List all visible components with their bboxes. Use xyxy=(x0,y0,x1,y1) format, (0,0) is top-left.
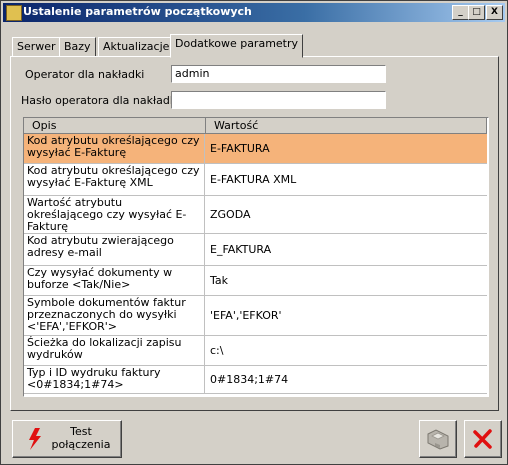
operator-input[interactable]: admin xyxy=(171,65,386,83)
main-window: Ustalenie parametrów początkowych _ □ X … xyxy=(0,0,508,465)
row-value[interactable]: c:\ xyxy=(206,336,487,365)
tab-aktualizacje[interactable]: Aktualizacje xyxy=(98,37,175,57)
row-description: Kod atrybutu zwierającego adresy e-mail xyxy=(24,234,205,265)
table-row[interactable]: Symbole dokumentów faktur przeznaczonych… xyxy=(24,296,487,336)
row-description: Wartość atrybutu określającego czy wysył… xyxy=(24,196,205,233)
row-description: Symbole dokumentów faktur przeznaczonych… xyxy=(24,296,205,335)
cancel-button[interactable] xyxy=(464,420,502,458)
test-connection-button[interactable]: Test połączenia xyxy=(12,420,122,458)
table-row[interactable]: Wartość atrybutu określającego czy wysył… xyxy=(24,196,487,234)
table-row[interactable]: Typ i ID wydruku faktury <0#1834;1#74> 0… xyxy=(24,366,487,394)
close-button[interactable]: X xyxy=(486,5,503,20)
operator-label: Operator dla nakładki xyxy=(25,68,145,81)
row-description: Typ i ID wydruku faktury <0#1834;1#74> xyxy=(24,366,205,393)
row-value[interactable]: E_FAKTURA xyxy=(206,234,487,265)
row-description: Czy wysyłać dokumenty w buforze <Tak/Nie… xyxy=(24,266,205,295)
row-description: Ścieżka do lokalizacji zapisu wydruków xyxy=(24,336,205,365)
table-row[interactable]: Kod atrybutu zwierającego adresy e-mail … xyxy=(24,234,487,266)
parameters-grid: Opis Wartość Kod atrybutu określającego … xyxy=(23,117,489,397)
minimize-button[interactable]: _ xyxy=(452,5,469,20)
table-row[interactable]: Kod atrybutu określającego czy wysyłać E… xyxy=(24,134,487,164)
floppy-disk-icon xyxy=(427,429,449,450)
title-bar[interactable]: Ustalenie parametrów początkowych _ □ X xyxy=(3,3,505,22)
row-value[interactable]: 'EFA','EFKOR' xyxy=(206,296,487,335)
save-button[interactable] xyxy=(419,420,457,458)
row-description: Kod atrybutu określającego czy wysyłać E… xyxy=(24,164,205,195)
table-row[interactable]: Kod atrybutu określającego czy wysyłać E… xyxy=(24,164,487,196)
tab-serwer[interactable]: Serwer xyxy=(12,37,61,57)
column-header-wartosc[interactable]: Wartość xyxy=(206,118,487,134)
lightning-icon xyxy=(29,428,41,450)
row-value[interactable]: ZGODA xyxy=(206,196,487,233)
close-icon xyxy=(473,429,492,449)
tab-bazy[interactable]: Bazy xyxy=(59,37,96,57)
password-label: Hasło operatora dla nakładki xyxy=(21,94,180,107)
window-title: Ustalenie parametrów początkowych xyxy=(23,5,252,18)
row-value[interactable]: Tak xyxy=(206,266,487,295)
app-icon xyxy=(6,5,22,21)
maximize-button[interactable]: □ xyxy=(468,5,485,20)
row-description: Kod atrybutu określającego czy wysyłać E… xyxy=(24,134,205,163)
tab-dodatkowe-parametry[interactable]: Dodatkowe parametry xyxy=(170,34,304,58)
test-button-line2: połączenia xyxy=(51,438,111,451)
column-header-opis[interactable]: Opis xyxy=(24,118,206,134)
table-row[interactable]: Ścieżka do lokalizacji zapisu wydruków c… xyxy=(24,336,487,366)
row-value[interactable]: 0#1834;1#74 xyxy=(206,366,487,393)
test-button-line1: Test xyxy=(70,425,92,438)
table-row[interactable]: Czy wysyłać dokumenty w buforze <Tak/Nie… xyxy=(24,266,487,296)
row-value[interactable]: E-FAKTURA XML xyxy=(206,164,487,195)
row-value[interactable]: E-FAKTURA xyxy=(206,134,487,163)
password-input[interactable] xyxy=(171,91,386,109)
